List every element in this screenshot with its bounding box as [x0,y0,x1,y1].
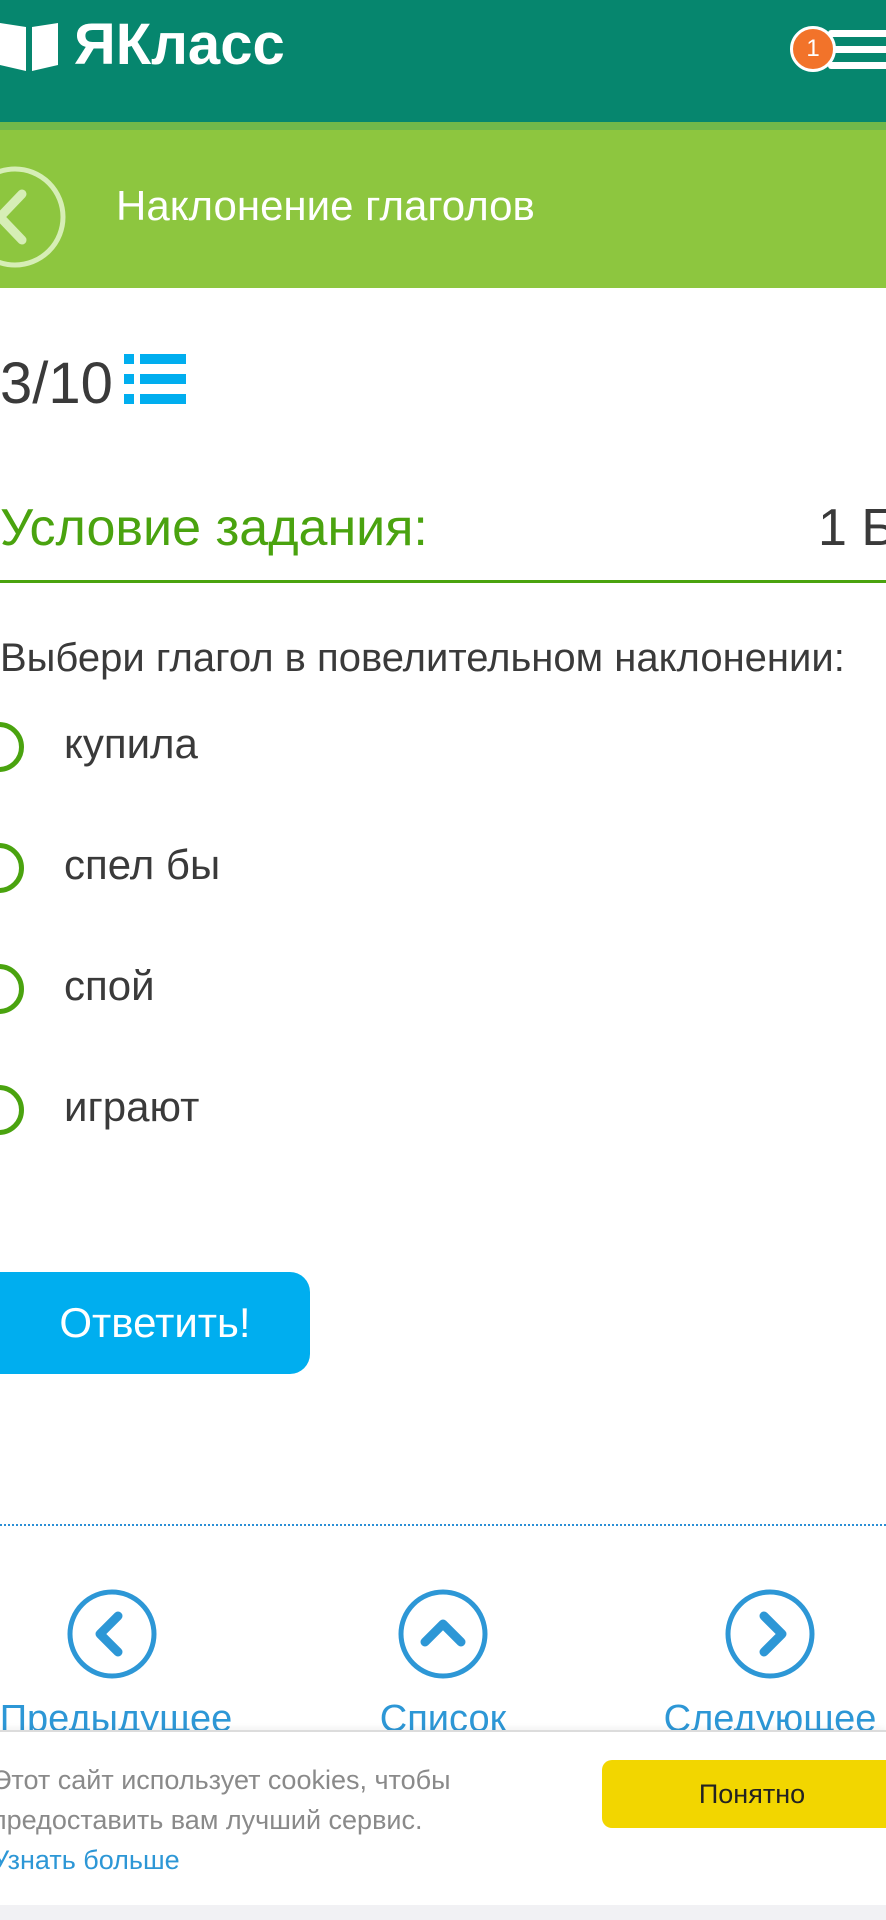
logo[interactable]: ЯКласс [0,12,285,77]
bottom-strip [0,1905,886,1920]
chevron-up-icon [398,1589,488,1679]
hamburger-icon [828,30,886,37]
question-text: Выбери глагол в повелительном наклонении… [0,636,845,680]
cookie-learn-more-link[interactable]: Узнать больше [0,1845,180,1875]
brand-name: ЯКласс [74,11,285,77]
option-1[interactable]: купила [0,718,500,778]
radio-button[interactable] [0,722,24,772]
condition-label: Условие задания: [0,499,428,557]
chevron-left-icon [67,1589,157,1679]
radio-button[interactable] [0,1085,24,1135]
chevron-right-icon [725,1589,815,1679]
task-list-icon[interactable] [124,352,186,406]
cookie-banner: Этот сайт использует cookies, чтобы пред… [0,1730,886,1907]
option-4[interactable]: играют [0,1081,500,1141]
book-icon [0,23,58,71]
notification-badge[interactable]: 1 [790,26,836,72]
header-accent-strip [0,122,886,130]
radio-button[interactable] [0,964,24,1014]
back-arrow-icon[interactable] [0,164,68,270]
task-progress: 3/10 [0,351,113,416]
option-3[interactable]: спой [0,960,500,1020]
option-label: спел бы [64,841,221,888]
lesson-title: Наклонение глаголов [116,182,535,229]
option-2[interactable]: спел бы [0,839,500,899]
menu-button[interactable]: 1 [790,22,886,78]
cookie-accept-button[interactable]: Понятно [602,1760,886,1828]
cookie-message: Этот сайт использует cookies, чтобы пред… [0,1765,451,1835]
answer-button[interactable]: Ответить! [0,1272,310,1374]
option-label: играют [64,1083,200,1130]
app-header: ЯКласс 1 [0,0,886,122]
radio-button[interactable] [0,843,24,893]
option-label: купила [64,720,198,767]
option-label: спой [64,962,155,1009]
condition-divider [0,580,886,583]
lesson-title-bar: Наклонение глаголов [0,130,886,288]
cookie-text: Этот сайт использует cookies, чтобы пред… [0,1760,492,1880]
section-divider [0,1524,886,1526]
points-value: 1 Б. [818,499,886,557]
